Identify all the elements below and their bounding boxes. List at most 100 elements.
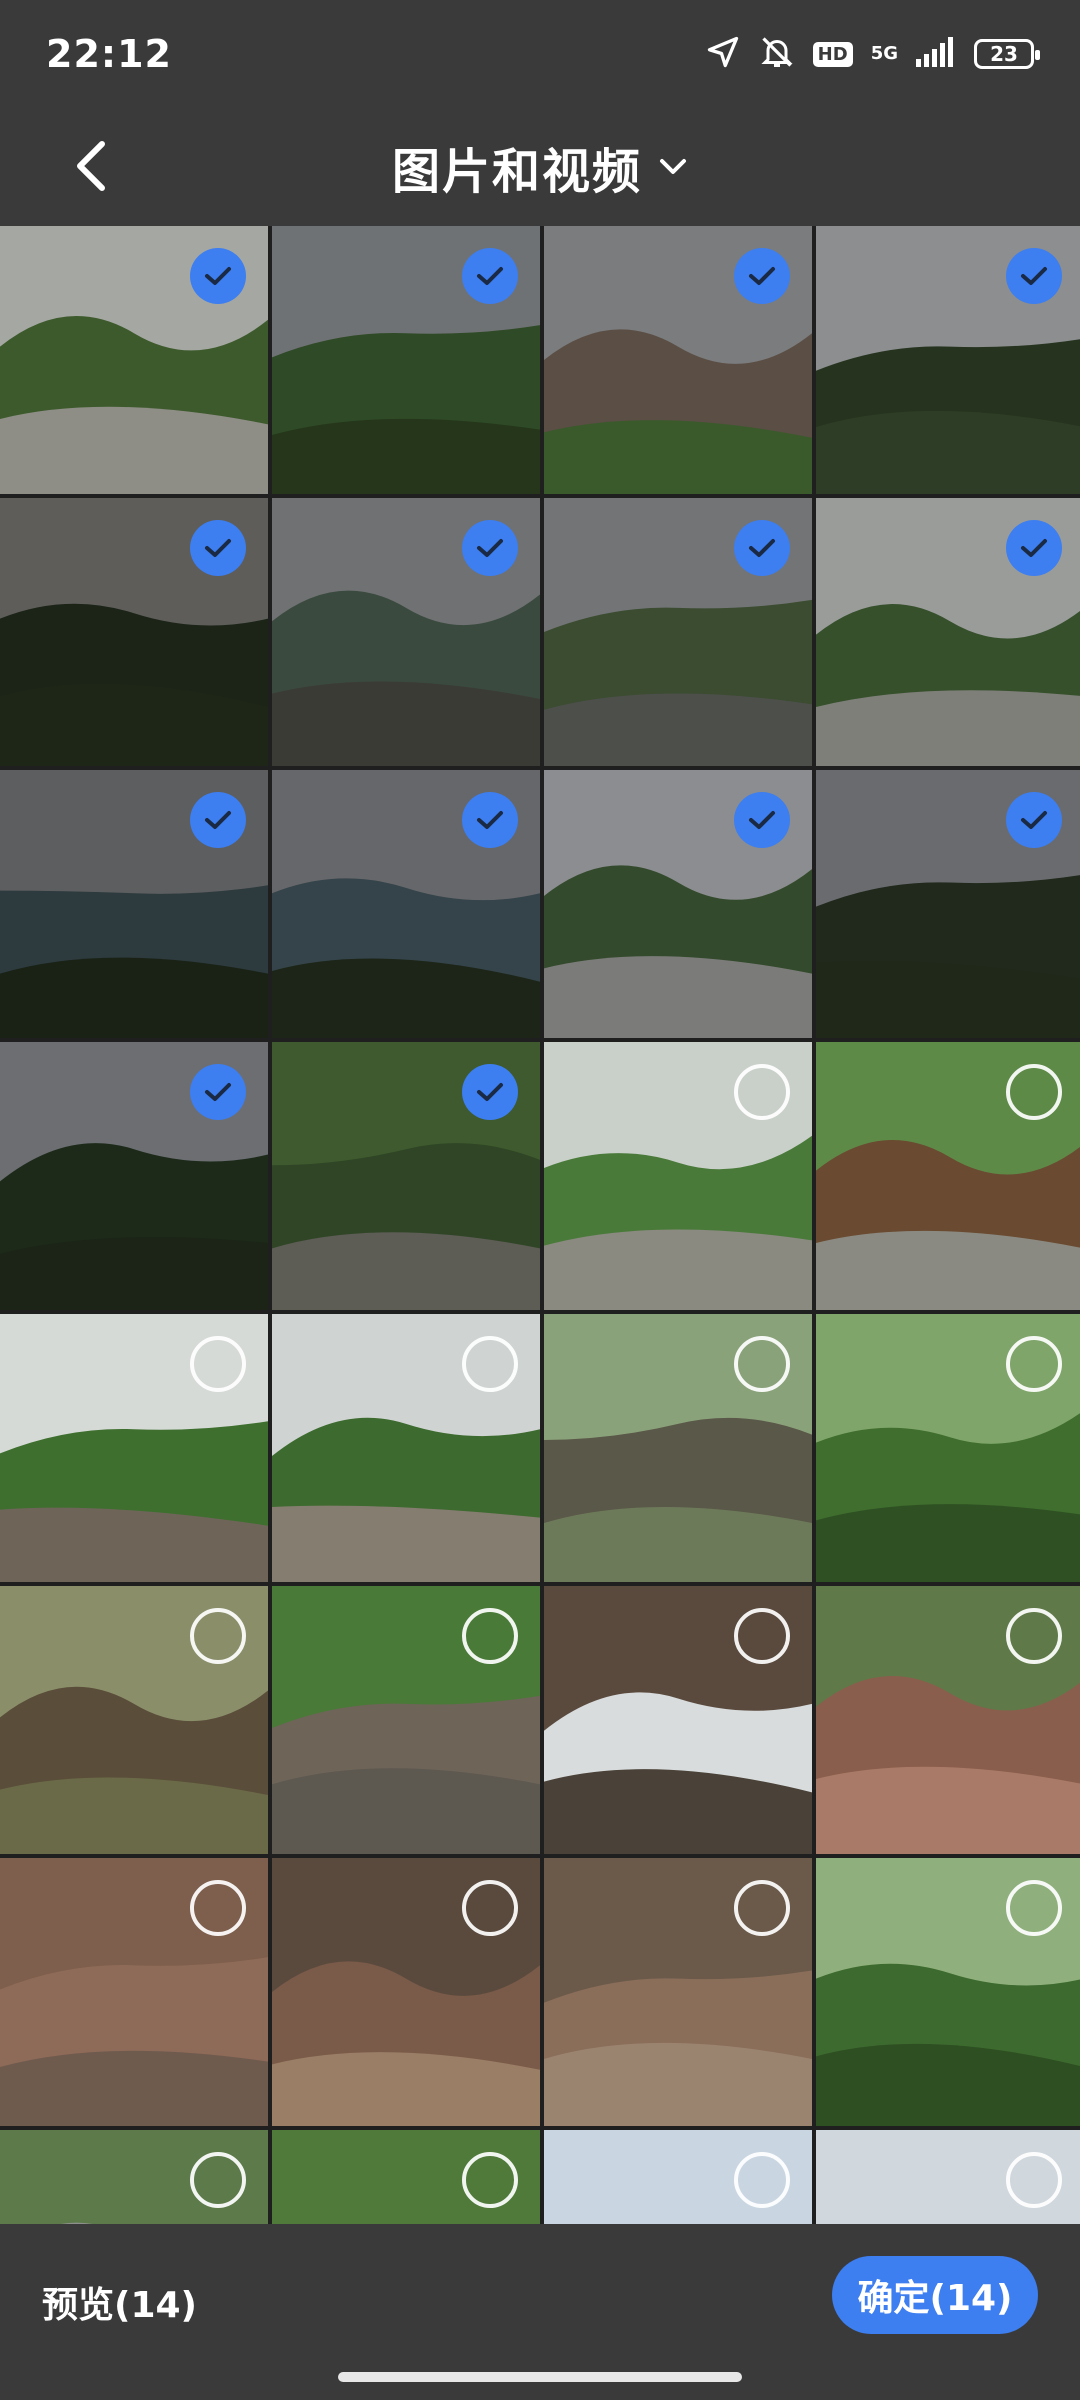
select-circle[interactable]	[1006, 1880, 1062, 1936]
battery-icon: 23	[974, 39, 1040, 69]
media-thumbnail[interactable]	[544, 1586, 812, 1854]
select-circle[interactable]	[190, 2152, 246, 2208]
check-icon	[477, 1083, 503, 1101]
select-circle[interactable]	[734, 1336, 790, 1392]
location-icon	[705, 34, 741, 74]
bottom-bar: 预览(14) 确定(14)	[0, 2224, 1080, 2400]
check-icon	[749, 811, 775, 829]
media-thumbnail[interactable]	[272, 1858, 540, 2126]
media-thumbnail[interactable]	[816, 2130, 1080, 2224]
selected-checkmark[interactable]	[462, 1064, 518, 1120]
status-time: 22:12	[46, 32, 172, 76]
media-thumbnail[interactable]	[816, 1042, 1080, 1310]
status-bar: 22:12 HD 5G 23	[0, 0, 1080, 108]
signal-icon	[916, 37, 956, 71]
check-icon	[205, 539, 231, 557]
selected-checkmark[interactable]	[734, 520, 790, 576]
media-thumbnail[interactable]	[816, 498, 1080, 766]
media-thumbnail[interactable]	[0, 1042, 268, 1310]
album-selector[interactable]: 图片和视频	[392, 132, 688, 202]
media-thumbnail[interactable]	[544, 770, 812, 1038]
media-thumbnail[interactable]	[544, 226, 812, 494]
selected-checkmark[interactable]	[190, 520, 246, 576]
media-thumbnail[interactable]	[272, 1042, 540, 1310]
check-icon	[205, 1083, 231, 1101]
select-circle[interactable]	[190, 1336, 246, 1392]
select-circle[interactable]	[190, 1880, 246, 1936]
preview-button[interactable]: 预览(14)	[42, 2276, 197, 2328]
mute-bell-icon	[759, 34, 795, 74]
select-circle[interactable]	[734, 1064, 790, 1120]
check-icon	[205, 267, 231, 285]
status-icons: HD 5G 23	[705, 34, 1040, 74]
media-thumbnail[interactable]	[0, 770, 268, 1038]
page-title: 图片和视频	[391, 144, 642, 200]
selected-checkmark[interactable]	[462, 792, 518, 848]
media-thumbnail[interactable]	[0, 498, 268, 766]
selected-checkmark[interactable]	[190, 1064, 246, 1120]
network-type: 5G	[870, 43, 898, 64]
media-thumbnail[interactable]	[544, 1314, 812, 1582]
select-circle[interactable]	[1006, 2152, 1062, 2208]
selected-checkmark[interactable]	[462, 520, 518, 576]
select-circle[interactable]	[462, 1608, 518, 1664]
media-thumbnail[interactable]	[544, 1858, 812, 2126]
media-thumbnail[interactable]	[0, 226, 268, 494]
app-header: 图片和视频	[0, 108, 1080, 226]
media-thumbnail[interactable]	[272, 226, 540, 494]
select-circle[interactable]	[462, 2152, 518, 2208]
check-icon	[749, 267, 775, 285]
check-icon	[1021, 811, 1047, 829]
select-circle[interactable]	[734, 2152, 790, 2208]
select-circle[interactable]	[1006, 1336, 1062, 1392]
selected-checkmark[interactable]	[734, 792, 790, 848]
select-circle[interactable]	[734, 1608, 790, 1664]
media-thumbnail[interactable]	[0, 1858, 268, 2126]
confirm-button[interactable]: 确定(14)	[832, 2256, 1038, 2334]
media-thumbnail[interactable]	[544, 498, 812, 766]
select-circle[interactable]	[462, 1336, 518, 1392]
chevron-down-icon	[660, 159, 686, 174]
selected-checkmark[interactable]	[1006, 248, 1062, 304]
check-icon	[1021, 267, 1047, 285]
battery-level: 23	[990, 42, 1018, 66]
media-grid	[0, 226, 1080, 2224]
select-circle[interactable]	[190, 1608, 246, 1664]
check-icon	[477, 267, 503, 285]
media-thumbnail[interactable]	[0, 1314, 268, 1582]
media-thumbnail[interactable]	[272, 1314, 540, 1582]
select-circle[interactable]	[1006, 1608, 1062, 1664]
media-thumbnail[interactable]	[0, 2130, 268, 2224]
selected-checkmark[interactable]	[190, 792, 246, 848]
select-circle[interactable]	[1006, 1064, 1062, 1120]
media-thumbnail[interactable]	[816, 1314, 1080, 1582]
media-thumbnail[interactable]	[544, 1042, 812, 1310]
selected-checkmark[interactable]	[734, 248, 790, 304]
selected-checkmark[interactable]	[190, 248, 246, 304]
check-icon	[205, 811, 231, 829]
hd-badge: HD	[812, 41, 853, 67]
back-button[interactable]	[60, 134, 124, 198]
chevron-left-icon	[77, 141, 105, 191]
check-icon	[477, 539, 503, 557]
select-circle[interactable]	[462, 1880, 518, 1936]
media-thumbnail[interactable]	[816, 226, 1080, 494]
network-indicator: 5G	[871, 44, 898, 64]
select-circle[interactable]	[734, 1880, 790, 1936]
home-indicator[interactable]	[338, 2372, 742, 2382]
media-thumbnail[interactable]	[544, 2130, 812, 2224]
media-thumbnail[interactable]	[0, 1586, 268, 1854]
check-icon	[1021, 539, 1047, 557]
selected-checkmark[interactable]	[1006, 792, 1062, 848]
media-thumbnail[interactable]	[272, 2130, 540, 2224]
media-thumbnail[interactable]	[816, 1858, 1080, 2126]
media-thumbnail[interactable]	[816, 770, 1080, 1038]
media-thumbnail[interactable]	[272, 1586, 540, 1854]
media-thumbnail[interactable]	[816, 1586, 1080, 1854]
media-thumbnail[interactable]	[272, 498, 540, 766]
check-icon	[477, 811, 503, 829]
check-icon	[749, 539, 775, 557]
media-thumbnail[interactable]	[272, 770, 540, 1038]
selected-checkmark[interactable]	[1006, 520, 1062, 576]
selected-checkmark[interactable]	[462, 248, 518, 304]
